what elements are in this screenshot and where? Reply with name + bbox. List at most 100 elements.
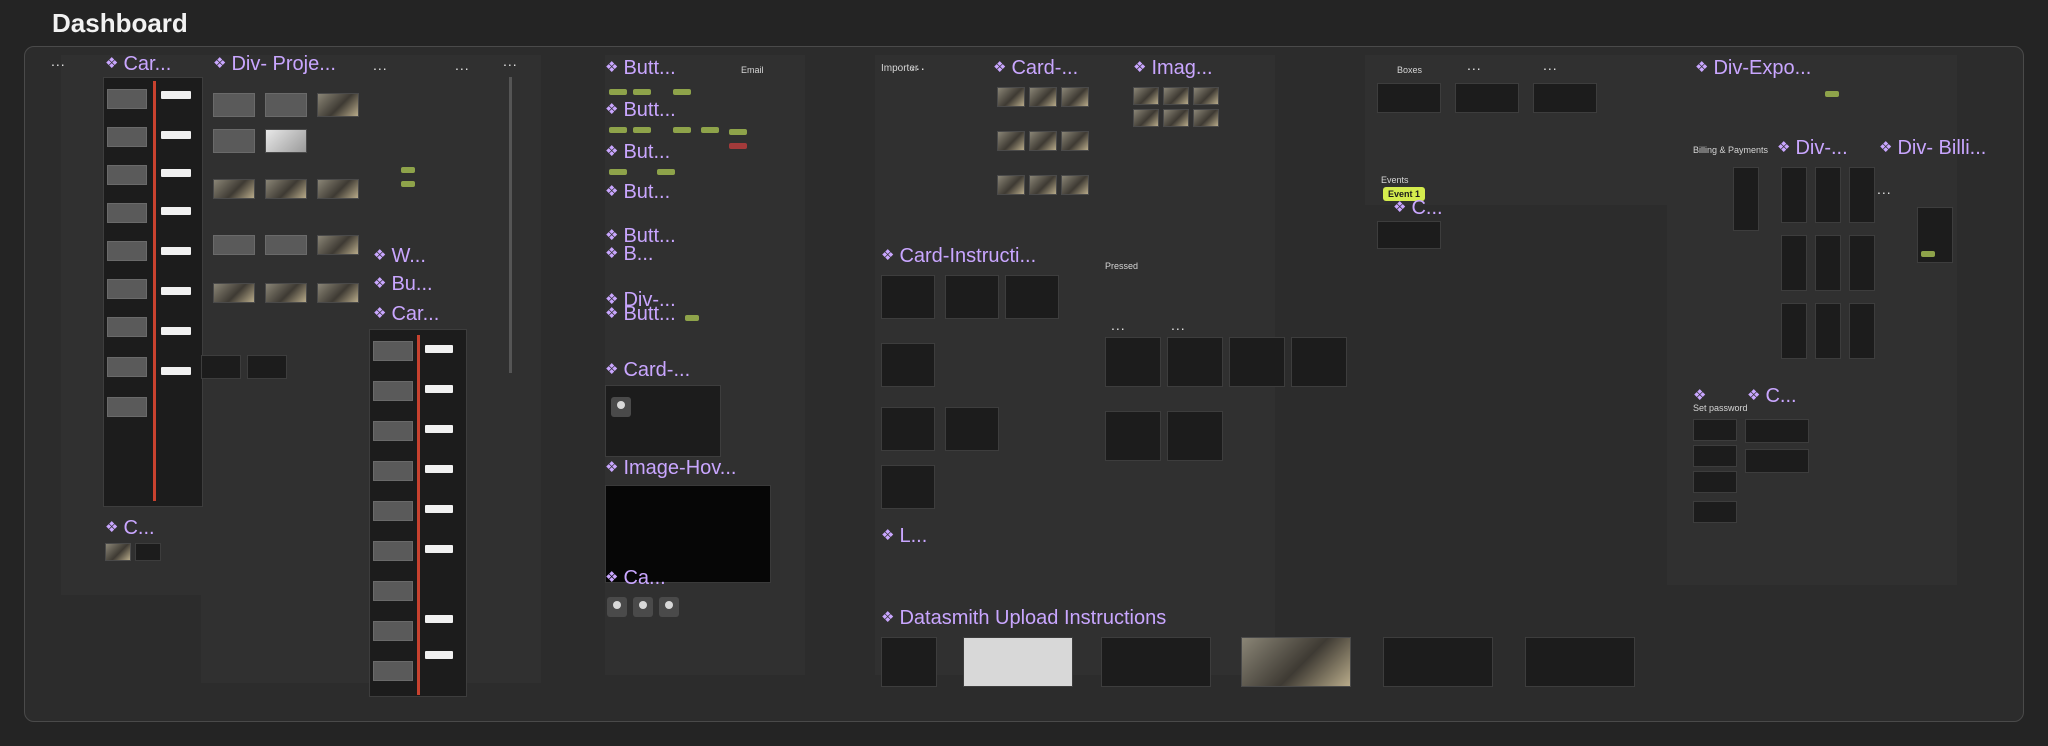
page-title: Dashboard: [52, 8, 188, 38]
card-profile: [605, 385, 721, 457]
label-w[interactable]: ❖ W...: [373, 245, 426, 269]
project-photo-3: [213, 179, 255, 199]
car2-thumb-3: [373, 421, 413, 441]
red-button-1[interactable]: [729, 143, 747, 149]
image-photo-2: [1163, 87, 1189, 105]
green-button-8[interactable]: [729, 129, 747, 135]
card-photo-5: [1029, 131, 1057, 151]
billing-green-button[interactable]: [1921, 251, 1935, 257]
ellipsis-7: ...: [1171, 317, 1186, 333]
component-icon: ❖: [605, 143, 619, 160]
green-button-2[interactable]: [633, 89, 651, 95]
label-image-hover[interactable]: ❖ Image-Hov...: [605, 457, 736, 481]
green-button-4[interactable]: [609, 127, 627, 133]
datasmith-step-3: [1101, 637, 1211, 687]
label-butt-1[interactable]: ❖ Butt...: [605, 57, 676, 81]
label-bu[interactable]: ❖ Bu...: [373, 273, 433, 297]
label-div-projects[interactable]: ❖ Div- Proje...: [213, 53, 336, 77]
project-photo-5: [317, 179, 359, 199]
label-datasmith-upload-instructions[interactable]: ❖ Datasmith Upload Instructions: [881, 607, 1166, 631]
label-div-export[interactable]: ❖ Div-Expo...: [1695, 57, 1811, 81]
white-button-6[interactable]: [161, 287, 191, 295]
white-button-8[interactable]: [161, 367, 191, 375]
region-events: [1365, 55, 1695, 205]
label-but-4[interactable]: ❖ But...: [605, 181, 670, 205]
scrollbar-right[interactable]: [509, 77, 512, 373]
component-icon: ❖: [373, 275, 387, 292]
instruction-card-2: [945, 275, 999, 319]
car2-thumb-7: [373, 581, 413, 601]
label-div-right[interactable]: ❖ Div-...: [1777, 137, 1848, 161]
green-button-3[interactable]: [673, 89, 691, 95]
datasmith-step-6: [1525, 637, 1635, 687]
component-icon: ❖: [605, 59, 619, 76]
grid-card-5: [1105, 411, 1161, 461]
car2-button-8[interactable]: [425, 651, 453, 659]
instruction-card-4: [881, 343, 935, 387]
component-icon: ❖: [605, 183, 619, 200]
datasmith-step-5: [1383, 637, 1493, 687]
export-green-button[interactable]: [1825, 91, 1839, 97]
billing-card-3: [1849, 167, 1875, 223]
datasmith-step-4: [1241, 637, 1351, 687]
green-button-9[interactable]: [609, 169, 627, 175]
car2-button-4[interactable]: [425, 465, 453, 473]
label-l[interactable]: ❖ L...: [881, 525, 927, 549]
label-card-top[interactable]: ❖ Card-...: [993, 57, 1078, 81]
red-guide-line-2: [417, 335, 420, 695]
label-c-events[interactable]: ❖ C...: [1393, 197, 1443, 221]
green-button-11[interactable]: [685, 315, 699, 321]
green-button-form-2[interactable]: [401, 181, 415, 187]
project-photo-8: [265, 283, 307, 303]
white-button-5[interactable]: [161, 247, 191, 255]
label-imag[interactable]: ❖ Imag...: [1133, 57, 1213, 81]
component-icon: ❖: [1777, 139, 1791, 156]
label-b[interactable]: ❖ B...: [605, 243, 653, 267]
ellipsis-3: ...: [455, 57, 470, 73]
white-button-2[interactable]: [161, 131, 191, 139]
label-car-2[interactable]: ❖ Car...: [373, 303, 439, 327]
green-button-7[interactable]: [701, 127, 719, 133]
car2-button-6[interactable]: [425, 545, 453, 553]
label-c-right[interactable]: ❖ C...: [1747, 385, 1797, 409]
ellipsis-5: ...: [911, 57, 926, 73]
white-button-3[interactable]: [161, 169, 191, 177]
billing-card-2: [1815, 167, 1841, 223]
instruction-card-3: [1005, 275, 1059, 319]
thumb-1: [107, 89, 147, 109]
event-card: [1377, 221, 1441, 249]
green-button-1[interactable]: [609, 89, 627, 95]
canvas-board[interactable]: ... ❖ Car... ❖ C... ❖ Div- Proje... ... ...…: [24, 46, 2024, 722]
pressed-label: Pressed: [1105, 261, 1139, 271]
white-button-4[interactable]: [161, 207, 191, 215]
green-button-form-1[interactable]: [401, 167, 415, 173]
datasmith-step-1: [881, 637, 937, 687]
label-ca[interactable]: ❖ Ca...: [605, 567, 666, 591]
label-div-billing[interactable]: ❖ Div- Billi...: [1879, 137, 1986, 161]
car2-button-1[interactable]: [425, 345, 453, 353]
email-label: Email: [741, 65, 764, 75]
white-button-7[interactable]: [161, 327, 191, 335]
component-icon: ❖: [1393, 199, 1407, 216]
label-butt-2[interactable]: ❖ Butt...: [605, 99, 676, 123]
label-c-bottom[interactable]: ❖ C...: [105, 517, 155, 541]
car2-button-2[interactable]: [425, 385, 453, 393]
car2-button-7[interactable]: [425, 615, 453, 623]
car2-button-5[interactable]: [425, 505, 453, 513]
billing-label: Billing & Payments: [1693, 145, 1769, 155]
billing-card-8: [1815, 303, 1841, 359]
green-button-10[interactable]: [657, 169, 675, 175]
grid-card-1: [1105, 337, 1161, 387]
green-button-5[interactable]: [633, 127, 651, 133]
label-but-3[interactable]: ❖ But...: [605, 141, 670, 165]
label-card-mid[interactable]: ❖ Card-...: [605, 359, 690, 383]
white-button-1[interactable]: [161, 91, 191, 99]
label-card-instructions[interactable]: ❖ Card-Instructi...: [881, 245, 1036, 269]
card-photo-3: [1061, 87, 1089, 107]
green-button-6[interactable]: [673, 127, 691, 133]
car2-button-3[interactable]: [425, 425, 453, 433]
label-car-1[interactable]: ❖ Car...: [105, 53, 171, 77]
thumb-7: [107, 317, 147, 337]
set-password-label: Set password: [1693, 403, 1748, 413]
label-butt-6[interactable]: ❖ Butt...: [605, 303, 676, 327]
